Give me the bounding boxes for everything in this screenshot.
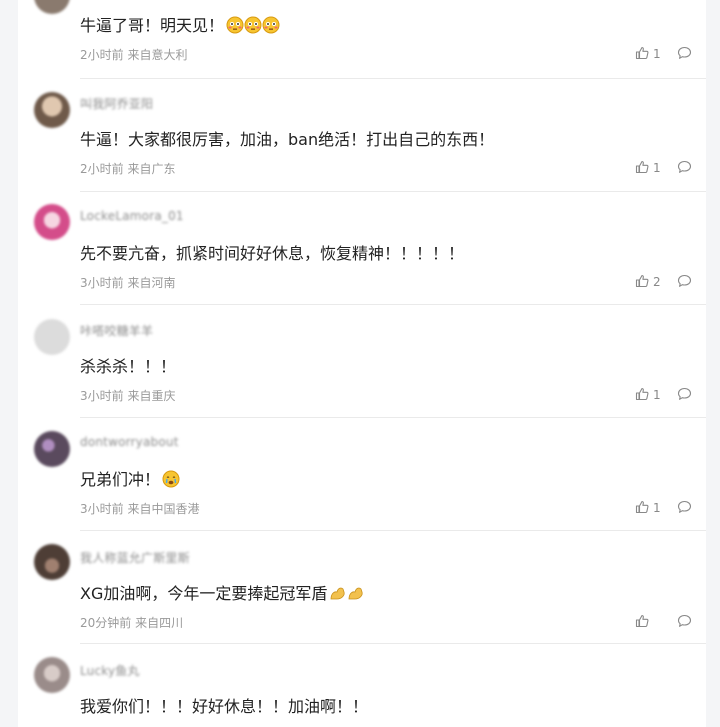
timestamp: 20分钟前 <box>80 616 132 630</box>
username[interactable]: 咔嗒咬糖羊羊 <box>80 322 153 339</box>
comment-item: dontworryabout 兄弟们冲！ 3小时前 来自中国香港 1 <box>18 418 706 531</box>
reply-button[interactable] <box>677 45 692 64</box>
like-button[interactable]: 1 <box>635 386 663 405</box>
avatar[interactable] <box>34 657 70 693</box>
comment-text: 兄弟们冲！ <box>80 466 180 492</box>
avatar[interactable] <box>34 544 70 580</box>
comment-meta: 3小时前 来自河南 <box>80 274 175 291</box>
timestamp: 3小时前 <box>80 389 124 403</box>
comment-bubble-icon <box>677 159 692 178</box>
comment-item: 叫我阿乔亚阳 牛逼！大家都很厉害，加油，ban绝活！打出自己的东西！ 2小时前 … <box>18 79 706 192</box>
comment-bubble-icon <box>677 273 692 292</box>
like-button[interactable]: 1 <box>635 159 663 178</box>
thumbs-up-icon <box>635 273 649 292</box>
comment-bubble-icon <box>677 386 692 405</box>
reply-button[interactable] <box>677 386 692 405</box>
location: 来自四川 <box>135 616 184 630</box>
reply-button[interactable] <box>677 613 692 632</box>
like-count: 1 <box>653 161 661 175</box>
like-count: 1 <box>653 388 661 402</box>
comment-item: 咔嗒咬糖羊羊 杀杀杀！！！ 3小时前 来自重庆 1 <box>18 305 706 418</box>
flushed-face-icon <box>226 16 280 38</box>
reply-button[interactable] <box>677 159 692 178</box>
timestamp: 3小时前 <box>80 276 124 290</box>
like-button[interactable]: 2 <box>635 273 663 292</box>
thumbs-up-icon <box>635 499 649 518</box>
timestamp: 2小时前 <box>80 48 124 62</box>
comment-meta: 2小时前 来自意大利 <box>80 46 187 63</box>
avatar[interactable] <box>34 319 70 355</box>
location: 来自中国香港 <box>127 502 200 516</box>
comment-meta: 3小时前 来自重庆 <box>80 387 175 404</box>
timestamp: 2小时前 <box>80 162 124 176</box>
comment-item: 牛逼了哥！明天见！ 2小时前 来自意大利 1 <box>18 0 706 79</box>
thumbs-up-icon <box>635 613 649 632</box>
location: 来自重庆 <box>127 389 176 403</box>
comment-bubble-icon <box>677 45 692 64</box>
comment-bubble-icon <box>677 613 692 632</box>
avatar[interactable] <box>34 204 70 240</box>
location: 来自河南 <box>127 276 176 290</box>
timestamp: 3小时前 <box>80 502 124 516</box>
comment-text: 先不要亢奋，抓紧时间好好休息，恢复精神！！！！！ <box>80 244 465 263</box>
avatar[interactable] <box>34 0 70 14</box>
crying-face-icon <box>162 470 180 492</box>
username[interactable]: Lucky鱼丸 <box>80 662 140 679</box>
avatar[interactable] <box>34 92 70 128</box>
flexed-biceps-icon <box>329 584 365 606</box>
like-count: 2 <box>653 275 661 289</box>
comment-meta: 3小时前 来自中国香港 <box>80 500 199 517</box>
like-button[interactable]: 1 <box>635 45 663 64</box>
like-count: 1 <box>653 47 661 61</box>
comment-item: 我人称蓝允广斯里斯 XG加油啊，今年一定要捧起冠军盾 20分钟前 来自四川 <box>18 531 706 644</box>
comment-bubble-icon <box>677 499 692 518</box>
username[interactable]: LockeLamora_01 <box>80 209 184 223</box>
like-button[interactable] <box>635 613 663 632</box>
username[interactable]: dontworryabout <box>80 435 179 449</box>
location: 来自广东 <box>127 162 176 176</box>
comment-text: 杀杀杀！！！ <box>80 357 177 376</box>
reply-button[interactable] <box>677 499 692 518</box>
username[interactable]: 叫我阿乔亚阳 <box>80 95 153 112</box>
like-button[interactable]: 1 <box>635 499 663 518</box>
comment-item: LockeLamora_01 先不要亢奋，抓紧时间好好休息，恢复精神！！！！！ … <box>18 192 706 305</box>
thumbs-up-icon <box>635 386 649 405</box>
avatar[interactable] <box>34 431 70 467</box>
reply-button[interactable] <box>677 273 692 292</box>
comment-text: 牛逼！大家都很厉害，加油，ban绝活！打出自己的东西！ <box>80 130 495 149</box>
thumbs-up-icon <box>635 159 649 178</box>
comment-text: 我爱你们！！！好好休息！！加油啊！！ <box>80 697 369 716</box>
comment-meta: 20分钟前 来自四川 <box>80 614 183 631</box>
comment-item: Lucky鱼丸 我爱你们！！！好好休息！！加油啊！！ <box>18 644 706 727</box>
comment-list: 牛逼了哥！明天见！ 2小时前 来自意大利 1 叫我阿乔亚阳 牛逼！大家都很厉害，… <box>18 0 706 727</box>
thumbs-up-icon <box>635 45 649 64</box>
username[interactable]: 我人称蓝允广斯里斯 <box>80 549 190 566</box>
comment-text: XG加油啊，今年一定要捧起冠军盾 <box>80 580 365 606</box>
like-count: 1 <box>653 501 661 515</box>
location: 来自意大利 <box>127 48 188 62</box>
comment-meta: 2小时前 来自广东 <box>80 160 175 177</box>
comment-text: 牛逼了哥！明天见！ <box>80 12 280 38</box>
